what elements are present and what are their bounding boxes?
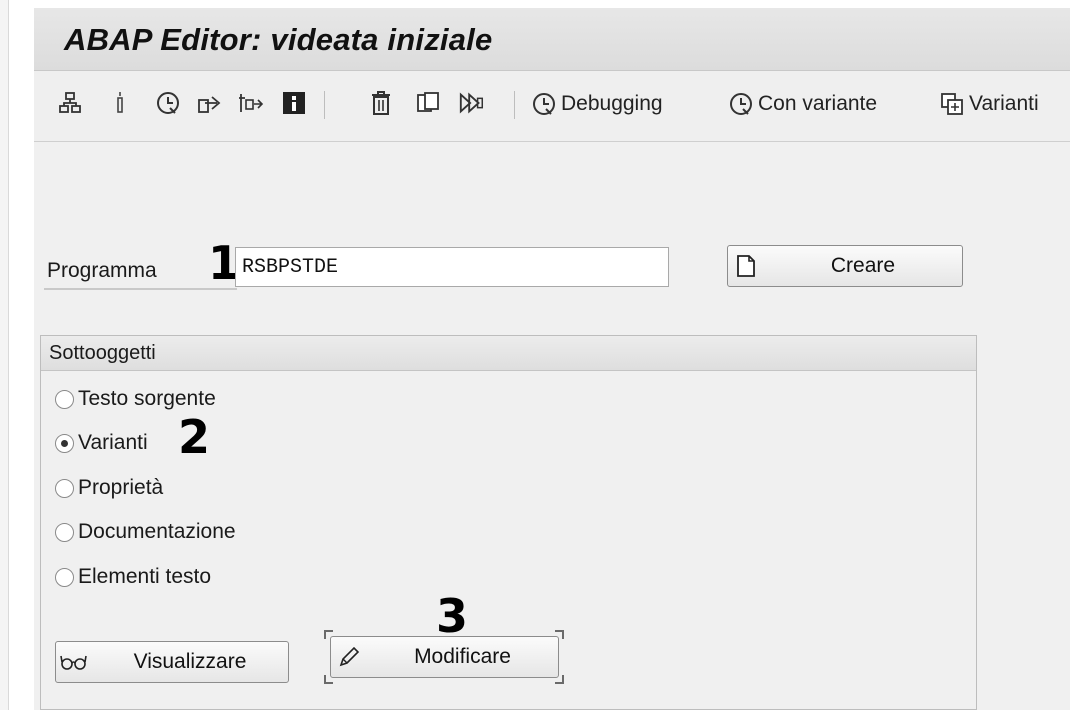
copy-icon[interactable] <box>414 89 442 117</box>
radio-button[interactable] <box>55 522 74 542</box>
program-input[interactable] <box>235 247 669 287</box>
create-button-label: Creare <box>830 254 896 277</box>
radio-label: Varianti <box>78 431 148 454</box>
variants-button[interactable]: Varianti <box>937 89 1039 119</box>
radio-label: Elementi testo <box>78 565 212 588</box>
radio-variants[interactable]: Varianti <box>55 428 148 458</box>
execute-icon[interactable] <box>154 89 182 117</box>
pencil-icon <box>331 646 367 668</box>
toolbar-separator <box>514 91 515 119</box>
radio-button[interactable] <box>55 389 74 409</box>
radio-label: Proprietà <box>78 476 164 499</box>
variants-label: Varianti <box>969 92 1039 115</box>
main-area: Programma 1 Creare Sottooggetti Testo so… <box>34 142 1070 710</box>
change-button-label: Modificare <box>414 645 511 668</box>
subobjects-group: Sottooggetti Testo sorgente Varianti 2 P… <box>40 335 977 710</box>
subobjects-title: Sottooggetti <box>41 336 976 371</box>
radio-text-elements[interactable]: Elementi testo <box>55 562 211 592</box>
new-document-icon <box>728 254 764 278</box>
window-left-edge <box>0 0 9 710</box>
change-button[interactable]: Modificare <box>330 636 559 678</box>
page-title: ABAP Editor: videata iniziale <box>64 22 493 57</box>
debugging-icon <box>529 90 559 118</box>
change-button-focus-frame: Modificare <box>324 630 564 684</box>
execute-with-variant-button[interactable]: Con variante <box>726 89 877 119</box>
where-used-icon[interactable] <box>106 89 134 117</box>
radio-label: Documentazione <box>78 520 236 543</box>
variant-icon[interactable] <box>237 89 265 117</box>
display-button[interactable]: Visualizzare <box>55 641 289 683</box>
execute-with-variant-icon <box>726 90 756 118</box>
display-button-label: Visualizzare <box>133 650 247 673</box>
radio-button[interactable] <box>55 567 74 587</box>
radio-button[interactable] <box>55 478 74 498</box>
application-toolbar: Debugging Con variante Varianti <box>34 71 1070 142</box>
toolbar-separator <box>324 91 325 119</box>
info-icon[interactable] <box>280 89 308 117</box>
glasses-icon <box>56 652 92 672</box>
title-bar: ABAP Editor: videata iniziale <box>34 8 1070 71</box>
radio-label: Testo sorgente <box>78 387 216 410</box>
create-button[interactable]: Creare <box>727 245 963 287</box>
annotation-step-2: 2 <box>178 410 211 464</box>
execute-with-variant-label: Con variante <box>758 92 878 115</box>
delete-icon[interactable] <box>367 89 395 117</box>
variants-icon <box>937 90 967 118</box>
radio-properties[interactable]: Proprietà <box>55 473 163 503</box>
radio-button-selected[interactable] <box>55 433 74 453</box>
navigate-icon[interactable] <box>197 89 225 117</box>
object-list-icon[interactable] <box>56 89 84 117</box>
debugging-button[interactable]: Debugging <box>529 89 663 119</box>
activate-icon[interactable] <box>458 89 486 117</box>
debugging-label: Debugging <box>561 92 663 115</box>
radio-documentation[interactable]: Documentazione <box>55 517 236 547</box>
